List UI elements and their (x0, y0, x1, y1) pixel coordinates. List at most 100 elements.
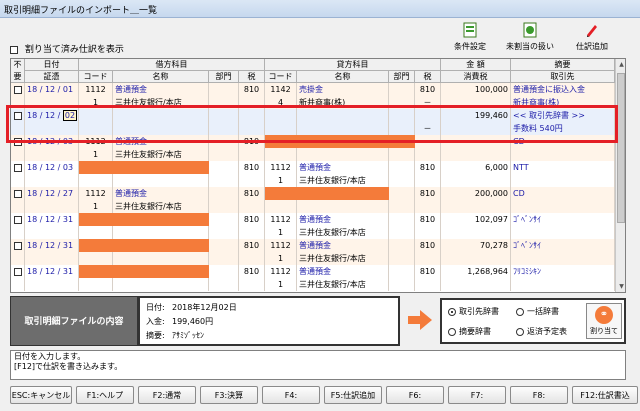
cell-cname[interactable]: 三井住友銀行/本店 (297, 252, 389, 265)
checkbox-box[interactable] (13, 189, 22, 198)
checkbox-box[interactable] (13, 241, 22, 250)
cell-dname[interactable]: 三井住友銀行/本店 (113, 148, 209, 161)
cell-ddept[interactable] (209, 122, 239, 135)
table-row[interactable]: － 手数料 540円 (11, 122, 615, 135)
cell-dcode[interactable] (79, 226, 113, 239)
cell-ccode[interactable]: 4 (265, 96, 297, 109)
unassigned-cell[interactable] (79, 161, 209, 174)
cell-cdept[interactable] (389, 109, 415, 122)
cell-ctax[interactable] (415, 278, 441, 291)
cell-ctax[interactable]: 810 (415, 213, 441, 226)
cell-dtax[interactable]: 810 (239, 213, 265, 226)
cell-ddept[interactable] (209, 278, 239, 291)
cell-date[interactable]: 18 / 12 / 31 (25, 213, 79, 226)
cell-cname[interactable]: 普通預金 (297, 161, 389, 174)
row-checkbox[interactable] (11, 239, 25, 252)
cell-cname[interactable] (297, 200, 389, 213)
cell-ccode[interactable]: 1 (265, 278, 297, 291)
row-checkbox[interactable] (11, 96, 25, 109)
cell-amount[interactable] (441, 278, 511, 291)
cell-ccode[interactable]: 1 (265, 252, 297, 265)
cell-ccode[interactable]: 1 (265, 226, 297, 239)
cell-cname[interactable]: 売掛金 (297, 83, 389, 96)
cell-cdept[interactable] (389, 187, 415, 200)
cell-date[interactable] (25, 226, 79, 239)
option-partner-dict[interactable]: 取引先辞書 (448, 306, 499, 317)
cell-amount[interactable] (441, 148, 511, 161)
row-checkbox[interactable] (11, 83, 25, 96)
radio-summary-dict[interactable] (448, 327, 456, 336)
fkey-button-5[interactable]: F5:仕訳追加 (324, 386, 382, 404)
cell-dtax[interactable] (239, 109, 265, 122)
row-checkbox[interactable] (11, 187, 25, 200)
cell-date[interactable]: 18 / 12 / 03 (25, 135, 79, 148)
option-summary-dict[interactable]: 摘要辞書 (448, 326, 491, 337)
assign-button[interactable]: ⚭ 割り当て (586, 303, 622, 339)
condition-settings-button[interactable]: 条件設定 (440, 22, 500, 56)
cell-dtax[interactable]: 810 (239, 135, 265, 148)
scroll-down-icon[interactable]: ▼ (616, 281, 625, 292)
cell-ccode[interactable] (265, 122, 297, 135)
cell-ctax[interactable]: － (415, 96, 441, 109)
cell-ccode[interactable] (265, 200, 297, 213)
cell-dtax[interactable] (239, 122, 265, 135)
cell-ctax[interactable] (415, 226, 441, 239)
cell-dname[interactable] (113, 174, 209, 187)
cell-date[interactable]: 18 / 12 / 02 (25, 109, 79, 122)
cell-dtax[interactable]: 810 (239, 187, 265, 200)
cell-cname[interactable] (297, 148, 389, 161)
cell-cname[interactable]: 普通預金 (297, 239, 389, 252)
scroll-up-icon[interactable]: ▲ (616, 59, 625, 70)
cell-ctax[interactable]: 810 (415, 239, 441, 252)
cell-ddept[interactable] (209, 265, 239, 278)
cell-dcode[interactable]: 1 (79, 200, 113, 213)
table-row[interactable]: 18 / 12 / 02 199,460 << 取引先辞書 >> (11, 109, 615, 122)
cell-date[interactable]: 18 / 12 / 31 (25, 239, 79, 252)
checkbox-box[interactable] (13, 85, 22, 94)
cell-ctax[interactable] (415, 252, 441, 265)
cell-dname[interactable] (113, 122, 209, 135)
unassigned-cell[interactable] (79, 239, 209, 252)
cell-cdept[interactable] (389, 83, 415, 96)
cell-summary[interactable]: CD (511, 135, 615, 148)
unassigned-cell[interactable] (265, 187, 389, 200)
row-checkbox[interactable] (11, 200, 25, 213)
cell-ddept[interactable] (209, 96, 239, 109)
cell-ccode[interactable]: 1112 (265, 213, 297, 226)
cell-dtax[interactable] (239, 174, 265, 187)
cell-ccode[interactable]: 1112 (265, 161, 297, 174)
fkey-button-3[interactable]: F3:決算 (200, 386, 258, 404)
table-row[interactable]: 18 / 12 / 01 1112 普通預金 810 1142 売掛金 810 100,000… (11, 83, 615, 96)
cell-cdept[interactable] (389, 122, 415, 135)
cell-ddept[interactable] (209, 252, 239, 265)
cell-dtax[interactable] (239, 148, 265, 161)
row-checkbox[interactable] (11, 174, 25, 187)
cell-amount[interactable]: 199,460 (441, 109, 511, 122)
row-checkbox[interactable] (11, 161, 25, 174)
checkbox-box[interactable] (13, 215, 22, 224)
table-row[interactable]: 1 三井住友銀行/本店 4 新井商事(株) －新井商事(株) (11, 96, 615, 109)
cell-dtax[interactable] (239, 226, 265, 239)
row-checkbox[interactable] (11, 213, 25, 226)
cell-dcode[interactable] (79, 122, 113, 135)
cell-cname[interactable]: 普通預金 (297, 265, 389, 278)
cell-amount[interactable] (441, 122, 511, 135)
date-edit-field[interactable]: 02 (62, 110, 78, 121)
cell-cdept[interactable] (389, 174, 415, 187)
cell-cdept[interactable] (389, 265, 415, 278)
cell-dcode[interactable]: 1112 (79, 187, 113, 200)
checkbox-box[interactable] (13, 137, 22, 146)
cell-summary[interactable] (511, 226, 615, 239)
cell-date[interactable]: 18 / 12 / 03 (25, 161, 79, 174)
cell-dtax[interactable]: 810 (239, 265, 265, 278)
cell-ctax[interactable] (415, 109, 441, 122)
cell-cname[interactable] (297, 109, 389, 122)
cell-date[interactable]: 18 / 12 / 01 (25, 83, 79, 96)
cell-ccode[interactable]: 1112 (265, 265, 297, 278)
cell-amount[interactable]: 102,097 (441, 213, 511, 226)
fkey-button-1[interactable]: F1:ヘルプ (76, 386, 134, 404)
fkey-button-7[interactable]: F7: (448, 386, 506, 404)
checkbox-box[interactable] (13, 163, 22, 172)
fkey-button-2[interactable]: F2:通常 (138, 386, 196, 404)
cell-ctax[interactable]: 810 (415, 187, 441, 200)
